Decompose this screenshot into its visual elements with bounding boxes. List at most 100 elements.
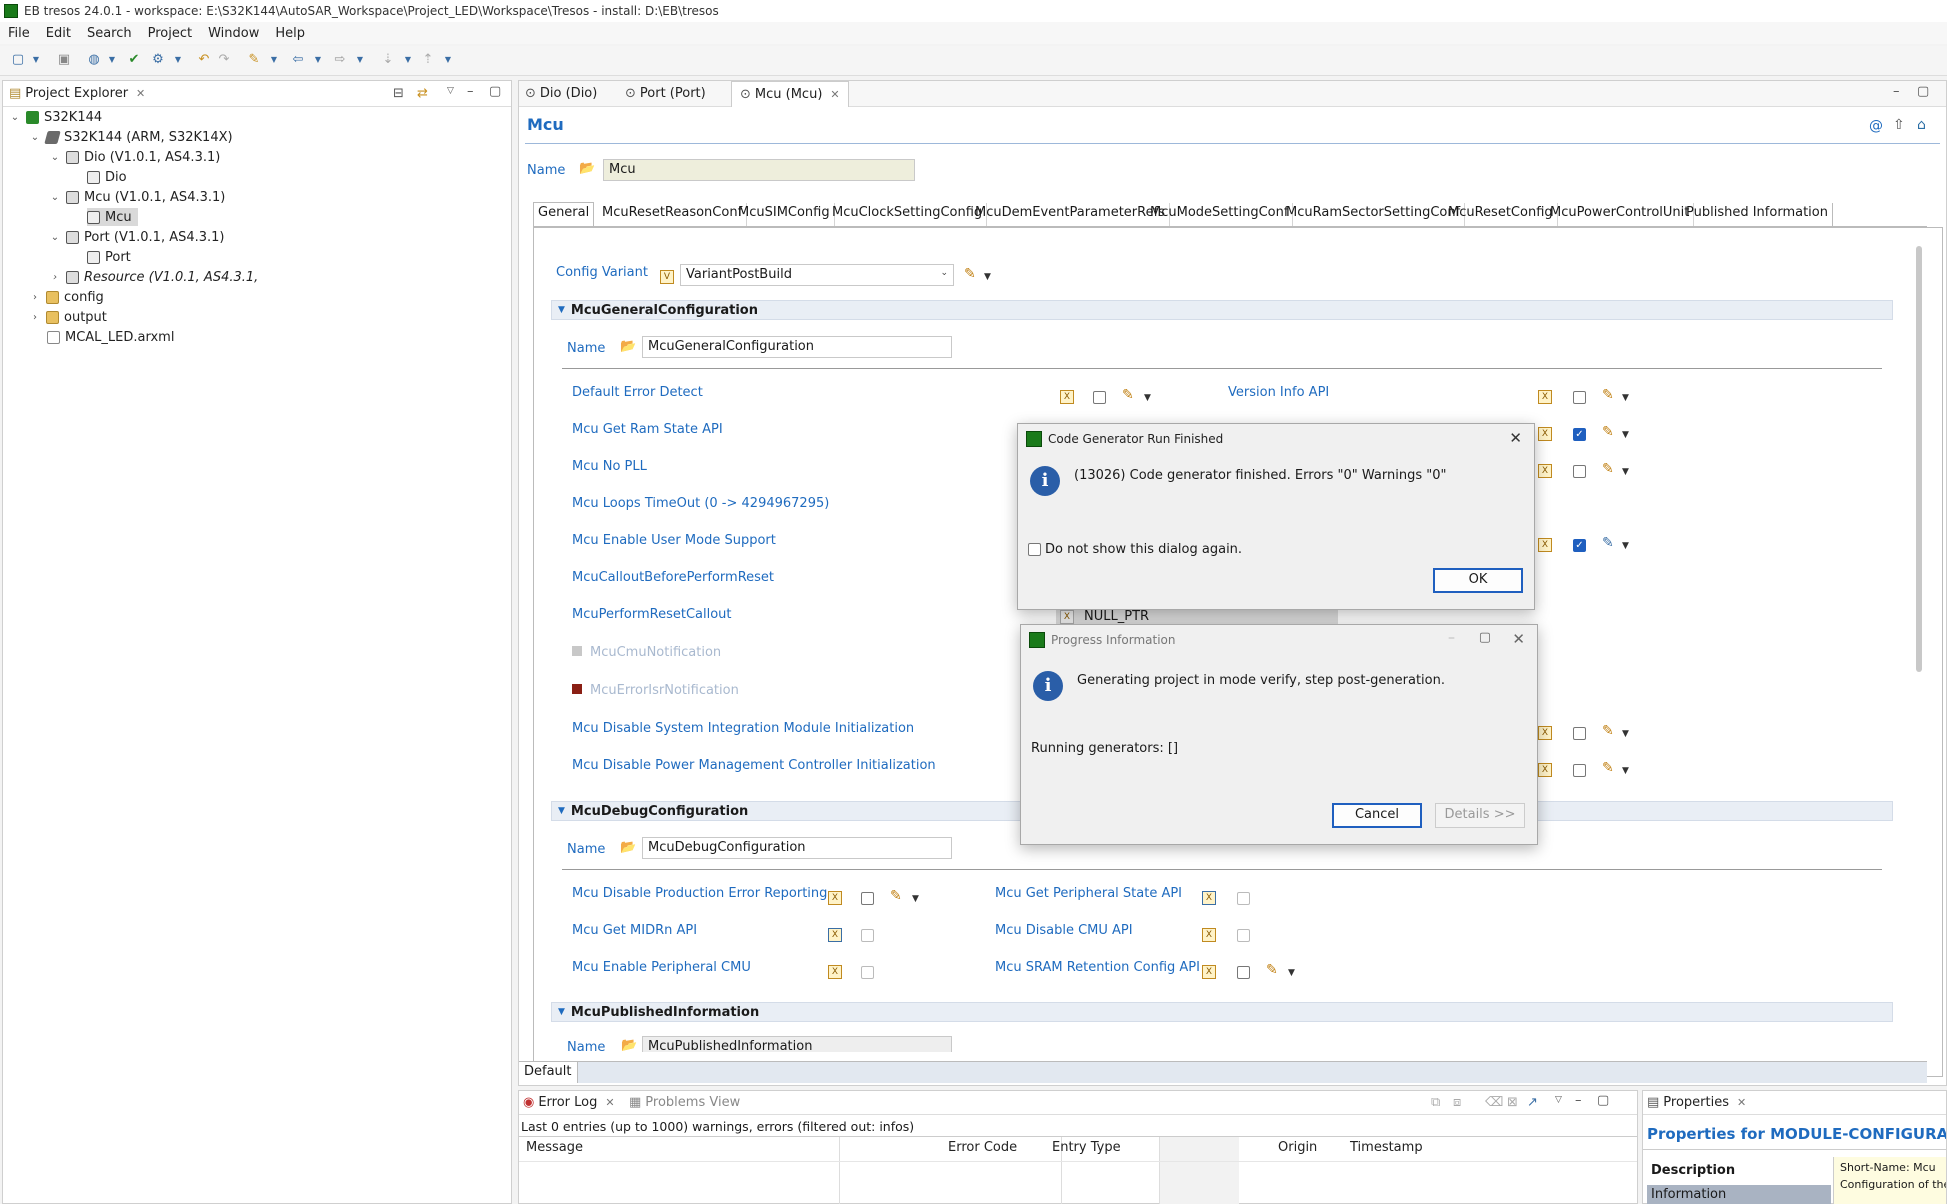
close-icon[interactable]: ✕ [1737,1096,1746,1109]
mcu-enable-user-mode-support-checkbox[interactable]: ✓ [1573,539,1586,552]
ok-button[interactable]: OK [1433,568,1523,593]
disable-production-error-reporting-checkbox[interactable] [861,892,874,905]
module-name-field[interactable]: Mcu [603,159,915,181]
tab-default[interactable]: Default [519,1062,578,1083]
globe-dropdown-icon[interactable]: ▼ [104,52,120,68]
get-peripheral-state-api-checkbox[interactable] [1237,892,1250,905]
tab-problems-view[interactable]: ▦ Problems View [629,1095,740,1110]
open-log-icon[interactable]: ↗ [1527,1095,1538,1110]
tab-mcu-reset-config[interactable]: McuResetConfig [1444,203,1558,226]
expand-icon[interactable]: ⌄ [49,152,61,163]
close-icon[interactable]: ✕ [605,1096,614,1109]
link-editor-icon[interactable]: ⇄ [417,86,428,101]
prev-annotation-icon[interactable]: ⇡ [420,52,436,68]
section-mcu-published-information[interactable]: ▼ McuPublishedInformation [551,1002,1893,1022]
caret-down-icon[interactable]: ▼ [1144,393,1151,403]
tree-node-port-module[interactable]: ⌄ Port (V1.0.1, AS4.3.1) [49,228,225,246]
tree-node-port-config[interactable]: Port [87,248,131,266]
view-menu-icon[interactable]: ▽ [447,86,454,96]
menu-file[interactable]: File [0,26,38,41]
properties-row-description[interactable]: Description [1647,1161,1831,1183]
default-error-detect-checkbox[interactable] [1093,391,1106,404]
save-icon[interactable]: ▣ [56,52,72,68]
undo-icon[interactable]: ↶ [196,52,212,68]
collapse-icon[interactable]: ▼ [558,1007,565,1017]
minimize-icon[interactable]: – [467,84,474,99]
home-icon[interactable]: ⌂ [1917,117,1926,133]
pencil-icon[interactable]: ✎ [1602,387,1614,403]
caret-down-icon[interactable]: ▼ [1622,766,1629,776]
do-not-show-again-option[interactable]: Do not show this dialog again. [1028,542,1242,557]
disable-cmu-api-checkbox[interactable] [1237,929,1250,942]
tree-node-config-folder[interactable]: › config [29,288,104,306]
tree-node-mcu-module[interactable]: ⌄ Mcu (V1.0.1, AS4.3.1) [49,188,226,206]
tree-node-output-folder[interactable]: › output [29,308,107,326]
config-variant-select[interactable]: VariantPostBuild ⌄ [680,264,954,286]
expand-icon[interactable]: › [49,272,61,283]
collapse-icon[interactable]: ▼ [558,305,565,315]
pencil-link-icon[interactable]: ✎ [1602,535,1614,551]
back-icon[interactable]: ⇦ [290,52,306,68]
column-header-origin[interactable]: Origin [1278,1140,1317,1155]
debug-name-field[interactable]: McuDebugConfiguration [642,837,952,859]
tool-dropdown-icon[interactable]: ▼ [266,52,282,68]
caret-down-icon[interactable]: ▼ [912,894,919,904]
tab-mcu-power-control-unit[interactable]: McuPowerControlUnit [1546,203,1695,226]
project-explorer-tab[interactable]: ▤ Project Explorer ✕ [9,86,145,101]
maximize-icon[interactable]: ▢ [489,84,501,99]
expand-icon[interactable]: › [29,312,41,323]
pencil-icon[interactable]: ✎ [1602,760,1614,776]
tab-mcu-ram-sector-setting-conf[interactable]: McuRamSectorSettingConf [1282,203,1466,226]
tree-node-resource-module[interactable]: › Resource (V1.0.1, AS4.3.1, [49,268,258,286]
maximize-icon[interactable]: ▢ [1917,84,1929,99]
up-icon[interactable]: ⇧ [1893,117,1905,133]
general-name-field[interactable]: McuGeneralConfiguration [642,336,952,358]
sram-retention-config-api-checkbox[interactable] [1237,966,1250,979]
tree-node-s32k144-project[interactable]: ⌄ S32K144 [9,108,102,126]
cancel-button[interactable]: Cancel [1332,803,1422,828]
expand-icon[interactable]: ⌄ [9,112,21,123]
details-button[interactable]: Details >> [1435,803,1525,828]
tree-node-ecu[interactable]: ⌄ S32K144 (ARM, S32K14X) [29,128,233,146]
menu-search[interactable]: Search [79,26,140,41]
caret-down-icon[interactable]: ▼ [1622,393,1629,403]
caret-down-icon[interactable]: ▼ [984,272,991,282]
mcu-get-ram-state-api-checkbox[interactable]: ✓ [1573,428,1586,441]
caret-down-icon[interactable]: ▼ [1622,467,1629,477]
collapse-all-icon[interactable]: ⊟ [393,86,404,101]
tab-mcu-clock-setting-config[interactable]: McuClockSettingConfig [828,203,988,226]
expand-icon[interactable]: › [29,292,41,303]
tab-dio[interactable]: ⊙ Dio (Dio) [525,86,597,101]
mcu-disable-pmc-init-checkbox[interactable] [1573,764,1586,777]
section-mcu-general-configuration[interactable]: ▼ McuGeneralConfiguration [551,300,1893,320]
pencil-icon[interactable]: ✎ [890,888,902,904]
pencil-icon[interactable]: ✎ [1602,424,1614,440]
editor-scrollbar[interactable] [1916,246,1922,672]
generate-icon[interactable]: ⚙ [150,52,166,68]
menu-edit[interactable]: Edit [38,26,79,41]
published-name-field[interactable]: McuPublishedInformation [642,1036,952,1052]
prev-annotation-dropdown-icon[interactable]: ▼ [440,52,456,68]
close-icon[interactable]: ✕ [136,87,145,100]
menu-help[interactable]: Help [267,26,313,41]
properties-row-information[interactable]: Information [1647,1185,1831,1204]
back-dropdown-icon[interactable]: ▼ [310,52,326,68]
import-log-icon[interactable]: ⧈ [1453,1095,1461,1110]
expand-icon[interactable]: ⌄ [29,132,41,143]
new-dropdown-icon[interactable]: ▼ [28,52,44,68]
generate-dropdown-icon[interactable]: ▼ [170,52,186,68]
mcu-disable-sim-init-checkbox[interactable] [1573,727,1586,740]
menu-project[interactable]: Project [140,26,200,41]
caret-down-icon[interactable]: ▼ [1622,541,1629,551]
tab-port[interactable]: ⊙ Port (Port) [625,86,706,101]
minimize-icon[interactable]: – [1448,630,1455,646]
caret-down-icon[interactable]: ▼ [1622,729,1629,739]
close-icon[interactable]: ✕ [1512,630,1525,648]
tab-general[interactable]: General [533,202,595,227]
delete-log-icon[interactable]: ⊠ [1507,1095,1518,1110]
tab-mcu[interactable]: ⊙ Mcu (Mcu) ✕ [731,81,849,107]
pencil-icon[interactable]: ✎ [1266,962,1278,978]
column-header-message[interactable]: Message [526,1140,583,1155]
tab-error-log[interactable]: ◉ Error Log ✕ [523,1095,615,1110]
mcu-no-pll-checkbox[interactable] [1573,465,1586,478]
